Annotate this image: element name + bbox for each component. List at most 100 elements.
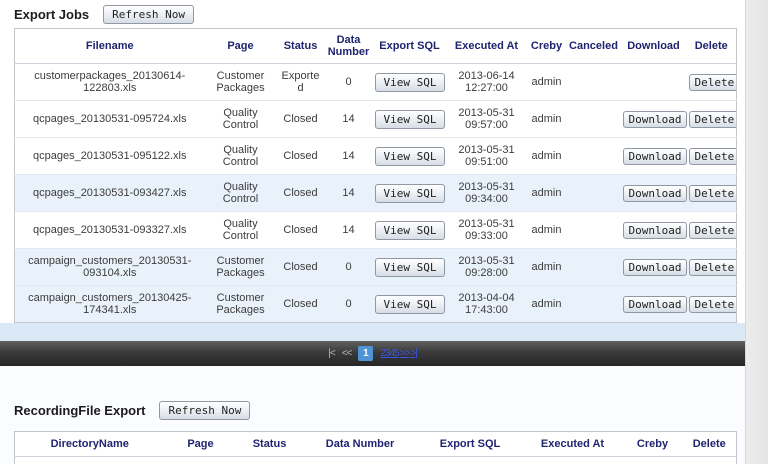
page-right-margin <box>745 0 768 464</box>
export-sql-cell: View SQL <box>372 211 447 249</box>
view-sql-button[interactable]: View SQL <box>374 109 446 129</box>
download-button[interactable]: Download <box>622 258 687 276</box>
empty-row: No Export Information <box>15 457 737 464</box>
page-cell: Quality Control <box>204 211 277 249</box>
canceled-cell <box>566 63 621 101</box>
download-button[interactable]: Download <box>622 110 687 128</box>
export-sql-cell: View SQL <box>372 285 447 323</box>
column-header: Page <box>164 431 237 457</box>
delete-button[interactable]: Delete <box>688 258 737 276</box>
export-sql-cell: View SQL <box>372 63 447 101</box>
delete-cell: Delete <box>686 211 737 249</box>
executed-at-cell: 2013-04-04 17:43:00 <box>446 285 527 323</box>
pagination-bar: |< << 1 2345 >> >| <box>0 341 745 366</box>
export-sql-cell: View SQL <box>372 248 447 286</box>
column-header: DirectoryName <box>14 431 165 457</box>
delete-button[interactable]: Delete <box>688 110 737 128</box>
column-header: Delete <box>682 431 737 457</box>
column-header: Canceled <box>566 28 621 64</box>
page-cell: Quality Control <box>204 137 277 175</box>
delete-cell: Delete <box>686 137 737 175</box>
canceled-cell <box>566 285 621 323</box>
column-header: Status <box>236 431 303 457</box>
column-header: Executed At <box>446 28 527 64</box>
view-sql-button[interactable]: View SQL <box>374 220 446 240</box>
recording-file-export-section: RecordingFile Export Refresh Now Directo… <box>0 366 745 464</box>
export-sql-cell: View SQL <box>372 137 447 175</box>
data-number-cell: 0 <box>324 63 373 101</box>
view-sql-button[interactable]: View SQL <box>374 146 446 166</box>
column-header: Export SQL <box>417 431 523 457</box>
view-sql-button[interactable]: View SQL <box>374 183 446 203</box>
page-cell: Quality Control <box>204 100 277 138</box>
creby-cell: admin <box>526 137 567 175</box>
status-cell: Closed <box>276 211 325 249</box>
download-cell: Download <box>620 211 687 249</box>
column-header: Creby <box>526 28 567 64</box>
pager-prev-button[interactable]: << <box>342 348 353 359</box>
pager-current-page[interactable]: 1 <box>358 346 374 361</box>
view-sql-button[interactable]: View SQL <box>374 294 446 314</box>
pager-page-links[interactable]: 2345 <box>380 348 399 359</box>
delete-button[interactable]: Delete <box>688 184 737 202</box>
download-cell: Download <box>620 285 687 323</box>
creby-cell: admin <box>526 285 567 323</box>
column-header: Filename <box>14 28 205 64</box>
delete-button[interactable]: Delete <box>688 221 737 239</box>
filename-cell: campaign_customers_20130425-174341.xls <box>14 285 205 323</box>
delete-button[interactable]: Delete <box>688 147 737 165</box>
delete-cell: Delete <box>686 248 737 286</box>
canceled-cell <box>566 137 621 175</box>
download-cell <box>620 63 687 101</box>
delete-cell: Delete <box>686 100 737 138</box>
data-number-cell: 0 <box>324 285 373 323</box>
status-cell: Closed <box>276 248 325 286</box>
delete-cell: Delete <box>686 174 737 212</box>
recording-file-export-title: RecordingFile Export <box>14 403 146 418</box>
download-button[interactable]: Download <box>622 295 687 313</box>
download-cell: Download <box>620 137 687 175</box>
recording-file-export-table: DirectoryName Page Status Data Number Export… <box>14 431 737 464</box>
executed-at-cell: 2013-06-14 12:27:00 <box>446 63 527 101</box>
table-row: campaign_customers_20130425-174341.xls C… <box>14 285 737 323</box>
page-cell: Customer Packages <box>204 63 277 101</box>
creby-cell: admin <box>526 248 567 286</box>
export-jobs-title: Export Jobs <box>14 7 90 22</box>
table-row: qcpages_20130531-095724.xls Quality Cont… <box>14 100 737 138</box>
download-cell: Download <box>620 248 687 286</box>
export-sql-cell: View SQL <box>372 100 447 138</box>
filename-cell: qcpages_20130531-095724.xls <box>14 100 205 138</box>
column-header: Page <box>204 28 277 64</box>
view-sql-button[interactable]: View SQL <box>374 72 446 92</box>
executed-at-cell: 2013-05-31 09:34:00 <box>446 174 527 212</box>
recording-file-refresh-button[interactable]: Refresh Now <box>159 401 251 420</box>
view-sql-button[interactable]: View SQL <box>374 257 446 277</box>
delete-button[interactable]: Delete <box>688 73 737 91</box>
download-button[interactable]: Download <box>622 221 687 239</box>
download-button[interactable]: Download <box>622 147 687 165</box>
page-cell: Customer Packages <box>204 248 277 286</box>
no-export-information-text: No Export Information <box>15 457 737 464</box>
delete-button[interactable]: Delete <box>688 295 737 313</box>
column-header: Delete <box>686 28 737 64</box>
pager-next-button[interactable]: >> <box>400 348 411 359</box>
filename-cell: qcpages_20130531-095122.xls <box>14 137 205 175</box>
export-jobs-header-row: Filename Page Status Data Number Export SQL E… <box>14 28 737 64</box>
table-row: campaign_customers_20130531-093104.xls C… <box>14 248 737 286</box>
creby-cell: admin <box>526 63 567 101</box>
column-header: Executed At <box>522 431 623 457</box>
filename-cell: campaign_customers_20130531-093104.xls <box>14 248 205 286</box>
column-header: Data Number <box>324 28 373 64</box>
download-cell: Download <box>620 100 687 138</box>
data-number-cell: 14 <box>324 174 373 212</box>
filename-cell: qcpages_20130531-093327.xls <box>14 211 205 249</box>
column-header: Export SQL <box>372 28 447 64</box>
main-content: Export Jobs Refresh Now Filename Page Stat… <box>0 0 745 464</box>
export-jobs-refresh-button[interactable]: Refresh Now <box>103 5 194 24</box>
column-header: Data Number <box>302 431 418 457</box>
pager-first-button[interactable]: |< <box>328 348 336 359</box>
creby-cell: admin <box>526 174 567 212</box>
pager-last-button[interactable]: >| <box>410 348 418 359</box>
table-row: qcpages_20130531-093427.xls Quality Cont… <box>14 174 737 212</box>
download-button[interactable]: Download <box>622 184 687 202</box>
